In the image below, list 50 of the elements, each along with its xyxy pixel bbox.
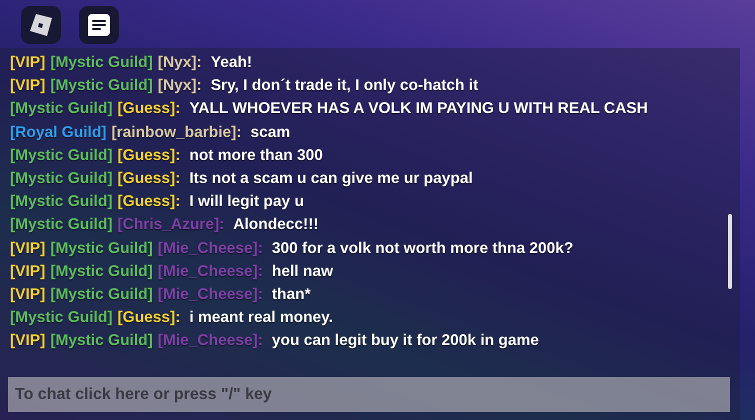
chat-tag: [Royal Guild] — [10, 120, 106, 144]
player-name: [Guess]: — [117, 169, 180, 190]
chat-tag: [Mystic Guild] — [50, 74, 153, 98]
chat-tag: [VIP] — [10, 74, 46, 98]
chat-tag: [Mystic Guild] — [10, 97, 112, 121]
player-name: [Mie_Cheese]: — [158, 331, 263, 352]
chat-tag: [Mystic Guild] — [10, 190, 112, 214]
chat-message: I will legit pay u — [189, 192, 304, 212]
chat-tag: [Mystic Guild] — [10, 144, 112, 168]
player-name: [Chris_Azure]: — [117, 215, 224, 236]
player-name: [Nyx]: — [158, 53, 202, 73]
scrollbar-thumb[interactable] — [728, 214, 732, 289]
chat-message: Sry, I don´t trade it, I only co-hatch it — [210, 76, 478, 96]
chat-message: 300 for a volk not worth more thna 200k? — [272, 238, 574, 259]
menu-button[interactable] — [21, 6, 61, 44]
chat-message: Alondecc!!! — [233, 215, 319, 236]
chat-message: i meant real money. — [189, 308, 333, 328]
player-name: [Mie_Cheese]: — [158, 238, 263, 259]
chat-tag: [Mystic Guild] — [10, 306, 112, 330]
chat-tag: [VIP] — [10, 283, 46, 306]
chat-message: Yeah! — [210, 53, 252, 73]
chat-message: not more than 300 — [189, 146, 323, 166]
chat-button[interactable] — [79, 6, 119, 44]
chat-message: you can legit buy it for 200k in game — [272, 331, 539, 352]
chat-message: than* — [272, 285, 311, 306]
chat-message: hell naw — [272, 262, 334, 282]
chat-tag: [Mystic Guild] — [50, 51, 153, 74]
chat-icon — [86, 12, 112, 38]
chat-tag: [VIP] — [10, 329, 46, 353]
chat-message: YALL WHOEVER HAS A VOLK IM PAYING U WITH REAL CASH — [189, 99, 648, 120]
chat-input-field[interactable]: To chat click here or press "/" key — [8, 377, 730, 412]
player-name: [Guess]: — [117, 192, 180, 212]
player-name: [Guess]: — [117, 99, 180, 120]
player-name: [Guess]: — [117, 308, 180, 328]
chat-tag: [VIP] — [10, 51, 46, 74]
chat-tag: [VIP] — [10, 260, 46, 284]
chat-tag: [Mystic Guild] — [50, 260, 153, 284]
chat-tag: [Mystic Guild] — [50, 283, 153, 306]
player-name: [Mie_Cheese]: — [158, 285, 263, 306]
chat-tag: [Mystic Guild] — [50, 236, 153, 260]
player-name: [Mie_Cheese]: — [158, 262, 263, 282]
player-name: [Guess]: — [117, 146, 180, 166]
chat-tag: [Mystic Guild] — [10, 167, 112, 190]
chat-tag: [Mystic Guild] — [10, 213, 112, 237]
chat-tag: [VIP] — [10, 236, 46, 260]
chat-tag: [Mystic Guild] — [50, 329, 153, 353]
player-name: [Nyx]: — [158, 76, 202, 96]
chat-message: scam — [250, 122, 290, 143]
chat-message: Its not a scam u can give me ur paypal — [189, 169, 473, 190]
player-name: [rainbow_barbie]: — [111, 122, 242, 143]
